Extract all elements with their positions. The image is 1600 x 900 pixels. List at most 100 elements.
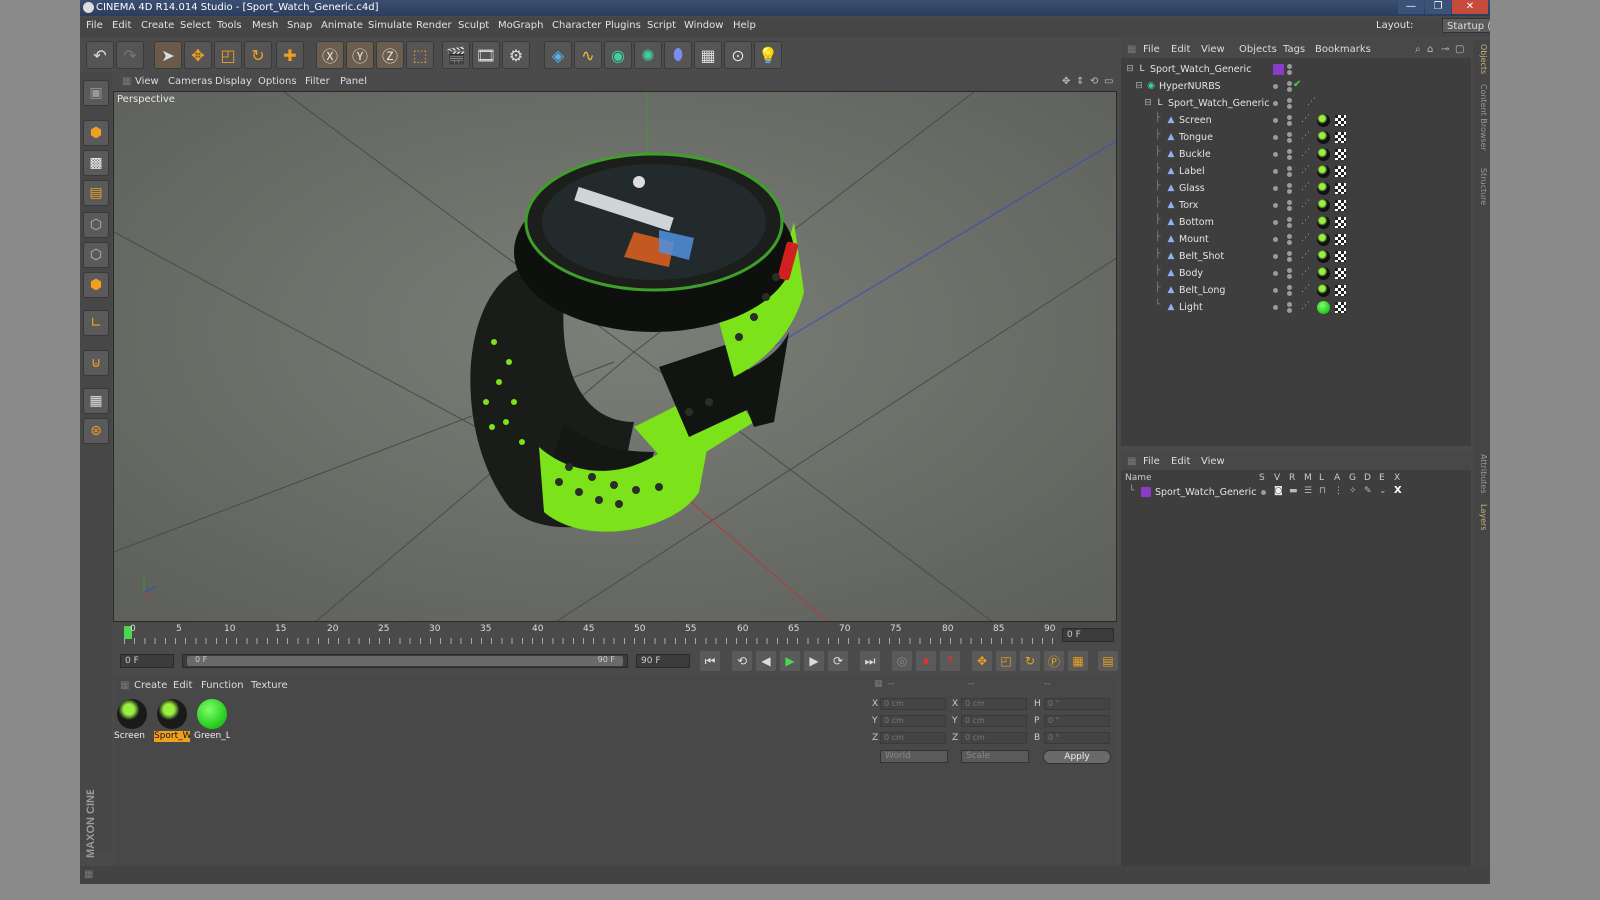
uvw-tag-icon[interactable] (1335, 302, 1346, 313)
go-to-start-icon[interactable]: ⏮ (700, 651, 720, 671)
phong-tag-icon[interactable]: ⋰ (1301, 267, 1310, 277)
phong-tag-icon[interactable]: ⋰ (1301, 284, 1310, 294)
phong-tag-icon[interactable]: ⋰ (1301, 131, 1310, 141)
previous-frame-icon[interactable]: ◀ (756, 651, 776, 671)
close-button[interactable]: ✕ (1452, 0, 1488, 14)
rotation-h-field[interactable]: 0 ° (1044, 698, 1110, 710)
visibility-dot[interactable] (1273, 237, 1278, 242)
end-frame-field[interactable]: 90 F (636, 654, 690, 668)
material-tag-icon[interactable] (1317, 148, 1330, 161)
layer-row[interactable]: └ Sport_Watch_Generic ◙ ▬ ☰ ⊓ ⋮ ✧ ✎ ⌄ X (1121, 484, 1471, 501)
tree-row[interactable]: ├ ▲ Torx ⋰ (1121, 197, 1471, 214)
material-tag-icon[interactable] (1317, 250, 1330, 263)
material-menu-function[interactable]: Function (201, 680, 244, 691)
xref-icon[interactable]: X (1394, 485, 1402, 496)
render-dot[interactable] (1287, 155, 1292, 160)
cube-object-icon[interactable]: ◈ (544, 41, 572, 69)
solo-toggle[interactable] (1261, 490, 1266, 495)
key-parameter-icon[interactable]: Ⓟ (1044, 651, 1064, 671)
visibility-dot[interactable] (1273, 169, 1278, 174)
phong-tag-icon[interactable]: ⋰ (1301, 199, 1310, 209)
material-menu-texture[interactable]: Texture (251, 680, 288, 691)
frame-range-slider[interactable]: 0 F 90 F (182, 654, 628, 668)
menu-plugins[interactable]: Plugins (605, 20, 641, 31)
maximize-button[interactable]: ❐ (1425, 0, 1451, 14)
scene-floor-icon[interactable]: ▦ (694, 41, 722, 69)
layer-menu-edit[interactable]: Edit (1171, 456, 1190, 467)
material-menu-edit[interactable]: Edit (173, 680, 192, 691)
menu-create[interactable]: Create (141, 20, 174, 31)
collapse-icon[interactable]: ⊟ (1125, 64, 1135, 74)
live-selection-icon[interactable]: ✚ (276, 41, 304, 69)
tree-row[interactable]: ├ ▲ Mount ⋰ (1121, 231, 1471, 248)
object-menu-view[interactable]: View (1201, 44, 1225, 55)
render-picture-viewer-icon[interactable]: 🎞 (472, 41, 500, 69)
menu-sculpt[interactable]: Sculpt (458, 20, 489, 31)
timeline-window-icon[interactable]: ▤ (1098, 651, 1118, 671)
redo-icon[interactable]: ↷ (116, 41, 144, 69)
visibility-dot[interactable] (1287, 64, 1292, 69)
visibility-dot[interactable] (1273, 288, 1278, 293)
render-dot[interactable] (1287, 138, 1292, 143)
position-x-field[interactable]: 0 cm (880, 698, 946, 710)
uvw-tag-icon[interactable] (1335, 285, 1346, 296)
visibility-dot[interactable] (1273, 84, 1278, 89)
render-settings-icon[interactable]: ⚙ (502, 41, 530, 69)
position-y-field[interactable]: 0 cm (880, 715, 946, 727)
camera-icon[interactable]: ⊙ (724, 41, 752, 69)
link-icon[interactable]: ⊸ (1441, 44, 1449, 55)
render-dot[interactable] (1287, 70, 1292, 75)
model-mode-icon[interactable]: ⬢ (83, 120, 109, 146)
autokey-icon[interactable]: ⏺ (916, 651, 936, 671)
tree-row[interactable]: ⊟ L Sport_Watch_Generic (1121, 61, 1471, 78)
render-dot[interactable] (1287, 87, 1292, 92)
workplane-mode-icon[interactable]: ▤ (83, 180, 109, 206)
uvw-tag-icon[interactable] (1335, 149, 1346, 160)
editor-dot[interactable] (1287, 115, 1292, 120)
uvw-tag-icon[interactable] (1335, 268, 1346, 279)
eye-icon[interactable]: ◙ (1274, 486, 1283, 496)
tree-row[interactable]: ├ ▲ Glass ⋰ (1121, 180, 1471, 197)
phong-tag-icon[interactable]: ⋰ (1301, 165, 1310, 175)
key-scale-icon[interactable]: ◰ (996, 651, 1016, 671)
uvw-tag-icon[interactable] (1335, 115, 1346, 126)
editor-dot[interactable] (1287, 285, 1292, 290)
material-tag-icon[interactable] (1317, 199, 1330, 212)
visibility-dot[interactable] (1273, 152, 1278, 157)
select-cursor-icon[interactable]: ➤ (154, 41, 182, 69)
coordinate-system-icon[interactable]: ⬚ (406, 41, 434, 69)
render-dot[interactable] (1287, 189, 1292, 194)
render-dot[interactable] (1287, 240, 1292, 245)
move-icon[interactable]: ✥ (184, 41, 212, 69)
tree-row[interactable]: ├ ▲ Body ⋰ (1121, 265, 1471, 282)
viewport-zoom-icon[interactable]: ⇕ (1076, 76, 1084, 87)
render-dot[interactable] (1287, 223, 1292, 228)
viewport-menu-display[interactable]: Display (215, 76, 252, 87)
visibility-dot[interactable] (1273, 135, 1278, 140)
material-tag-icon[interactable] (1317, 267, 1330, 280)
enabled-check-icon[interactable]: ✔ (1293, 79, 1301, 90)
edges-mode-icon[interactable]: ⬡ (83, 242, 109, 268)
uvw-tag-icon[interactable] (1335, 132, 1346, 143)
current-frame-field[interactable]: 0 F (1062, 628, 1114, 642)
viewport-toggle-icon[interactable]: ▭ (1104, 76, 1113, 87)
phong-tag-icon[interactable]: ⋰ (1301, 148, 1310, 158)
timeline[interactable]: 0 5 10 15 20 25 30 35 40 45 50 55 60 65 … (114, 622, 1117, 648)
menu-mograph[interactable]: MoGraph (498, 20, 543, 31)
object-menu-objects[interactable]: Objects (1239, 44, 1277, 55)
tab-layers[interactable]: Layers (1475, 504, 1488, 530)
viewport-move-icon[interactable]: ✥ (1062, 76, 1070, 87)
scale-icon[interactable]: ◰ (214, 41, 242, 69)
points-mode-icon[interactable]: ⬡ (83, 212, 109, 238)
go-to-previous-key-icon[interactable]: ⟲ (732, 651, 752, 671)
next-frame-icon[interactable]: ▶ (804, 651, 824, 671)
manager-icon[interactable]: ☰ (1304, 486, 1312, 496)
viewport-menu-filter[interactable]: Filter (305, 76, 330, 87)
tree-row[interactable]: ├ ▲ Belt_Shot ⋰ (1121, 248, 1471, 265)
editor-dot[interactable] (1287, 217, 1292, 222)
array-icon[interactable]: ✺ (634, 41, 662, 69)
editor-dot[interactable] (1287, 183, 1292, 188)
menu-character[interactable]: Character (552, 20, 601, 31)
go-to-end-icon[interactable]: ⏭ (860, 651, 880, 671)
position-z-field[interactable]: 0 cm (880, 732, 946, 744)
